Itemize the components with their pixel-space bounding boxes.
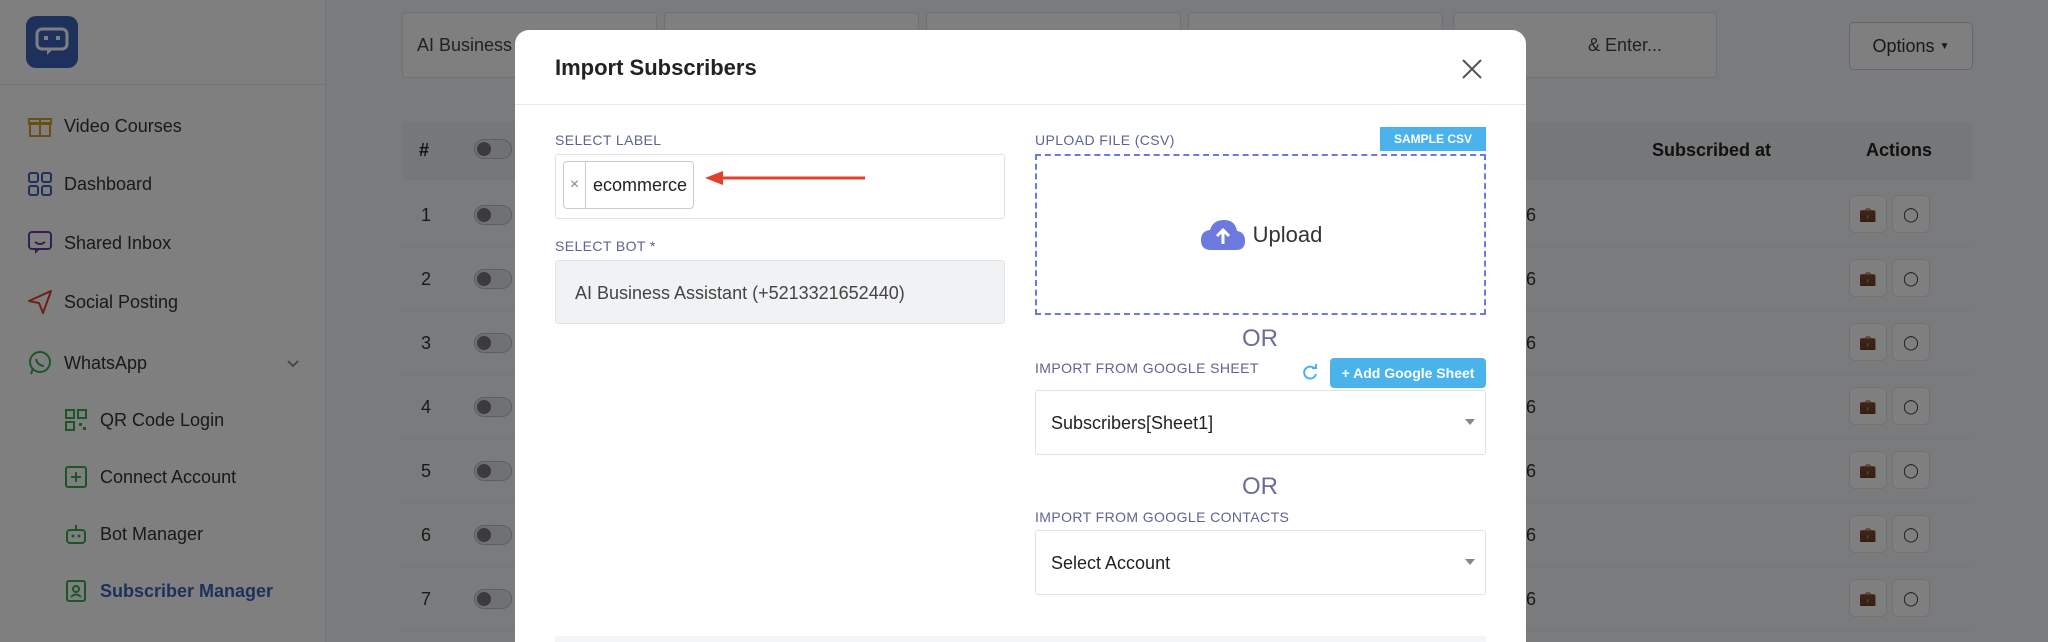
google-sheet-heading: IMPORT FROM GOOGLE SHEET (1035, 360, 1259, 376)
arrow-left-icon (705, 171, 865, 185)
google-sheet-value: Subscribers[Sheet1] (1051, 413, 1214, 433)
google-account-value: Select Account (1051, 553, 1171, 573)
label-select[interactable]: × ecommerce (555, 154, 1005, 219)
select-label-heading: SELECT LABEL (555, 132, 662, 148)
label-tag-text: ecommerce (593, 174, 688, 195)
select-bot-heading: SELECT BOT * (555, 238, 656, 254)
google-sheet-select[interactable]: Subscribers[Sheet1] (1035, 390, 1486, 455)
upload-file-heading: UPLOAD FILE (CSV) (1035, 132, 1175, 148)
label-tag: × ecommerce (563, 161, 695, 209)
modal-divider (515, 104, 1526, 105)
import-subscribers-modal: Import Subscribers SELECT LABEL × ecomme… (515, 30, 1526, 642)
upload-button[interactable]: Upload (1199, 218, 1323, 252)
cloud-upload-icon (1200, 219, 1245, 250)
google-account-select[interactable]: Select Account (1035, 530, 1486, 595)
or-separator: OR (1242, 473, 1278, 500)
upload-dropzone[interactable]: Upload (1035, 154, 1486, 315)
modal-title: Import Subscribers (555, 55, 757, 80)
refresh-icon[interactable] (1301, 363, 1319, 381)
bot-select-value: AI Business Assistant (+5213321652440) (575, 283, 905, 303)
modal-footer-strip (555, 636, 1486, 642)
caret-down-icon (1465, 419, 1475, 425)
sample-csv-button[interactable]: SAMPLE CSV (1380, 127, 1486, 151)
close-icon[interactable] (1457, 54, 1487, 84)
google-contacts-heading: IMPORT FROM GOOGLE CONTACTS (1035, 509, 1290, 525)
or-separator: OR (1242, 325, 1278, 352)
bot-select[interactable]: AI Business Assistant (+5213321652440) (555, 260, 1005, 324)
upload-label: Upload (1252, 221, 1323, 247)
add-google-sheet-button[interactable]: + Add Google Sheet (1330, 358, 1486, 388)
caret-down-icon (1465, 559, 1475, 565)
remove-tag-icon[interactable]: × (564, 162, 586, 208)
